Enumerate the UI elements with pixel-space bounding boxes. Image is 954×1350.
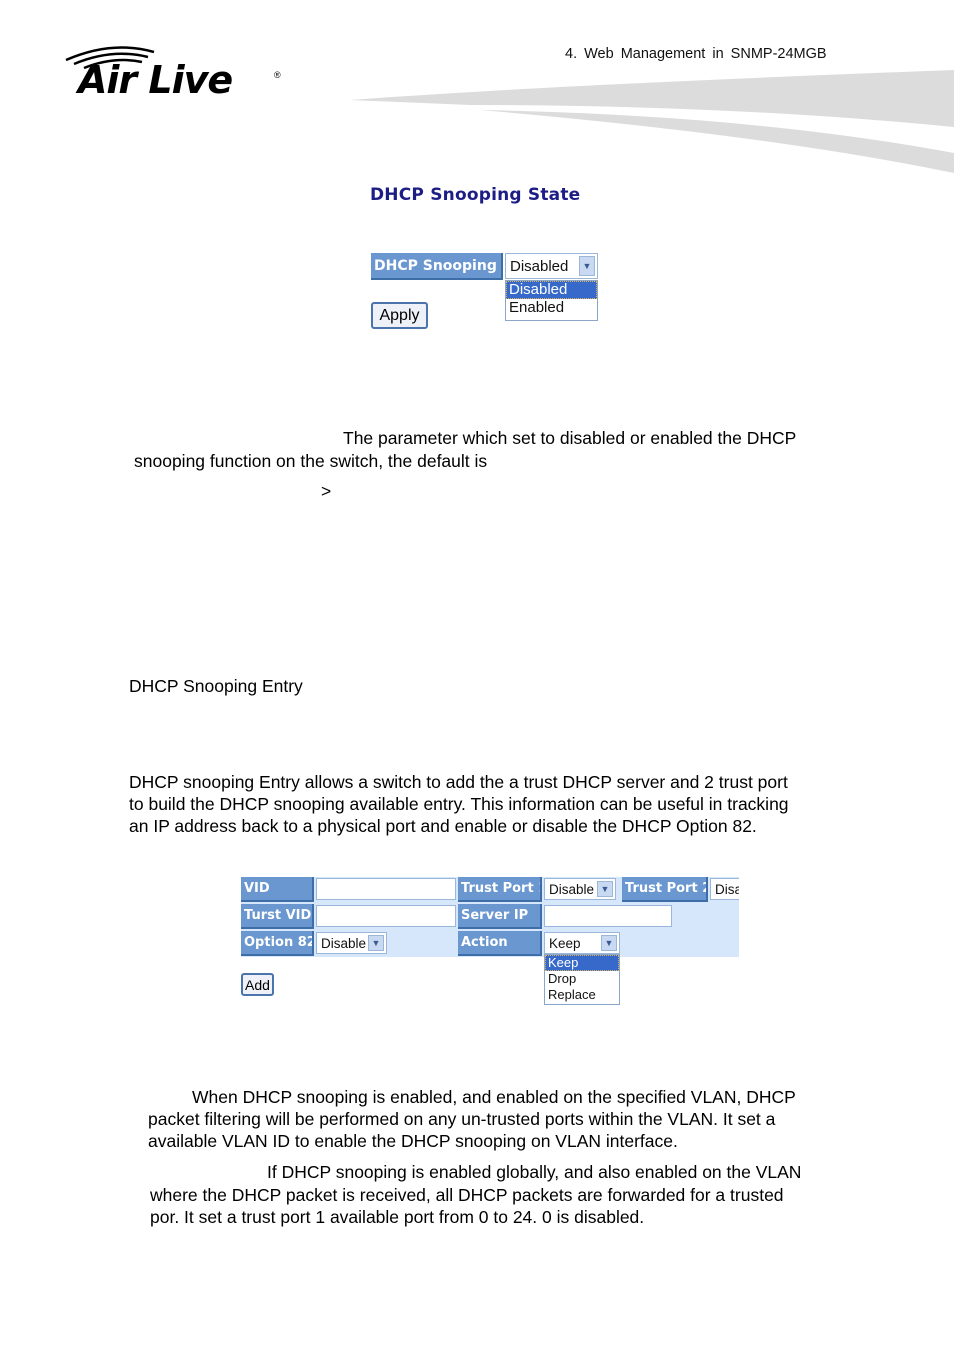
- action-value: Keep: [549, 935, 581, 951]
- trust-port2-value: Disa: [715, 881, 739, 897]
- option-enabled[interactable]: Enabled: [506, 299, 597, 317]
- dhcp-snooping-select[interactable]: Disabled ▼: [505, 253, 598, 279]
- entry-intro-line1: DHCP snooping Entry allows a switch to a…: [129, 772, 788, 792]
- vid-label: VID: [241, 877, 314, 902]
- trust-port-description-line1: If DHCP snooping is enabled globally, an…: [267, 1162, 802, 1182]
- vid-description-line1: When DHCP snooping is enabled, and enabl…: [192, 1087, 796, 1107]
- chevron-down-icon[interactable]: ▼: [597, 881, 613, 897]
- option82-select[interactable]: Disable ▼: [316, 932, 387, 954]
- vid-input[interactable]: [316, 878, 456, 900]
- apply-button[interactable]: Apply: [371, 302, 428, 329]
- dhcp-snooping-label: DHCP Snooping: [371, 253, 503, 280]
- logo-text: Air Live: [78, 58, 233, 102]
- trust-port-description-line2: where the DHCP packet is received, all D…: [150, 1185, 784, 1205]
- option-keep[interactable]: Keep: [545, 955, 619, 971]
- chevron-down-icon[interactable]: ▼: [368, 935, 384, 951]
- dhcp-snooping-selected-value: Disabled: [510, 257, 569, 275]
- action-select[interactable]: Keep ▼: [544, 932, 620, 954]
- entry-form: VID Trust Port 1 Disable ▼ Trust Port 2 …: [241, 877, 739, 957]
- chapter-title: 4. Web Management in SNMP-24MGB: [565, 46, 827, 62]
- chevron-down-icon[interactable]: ▼: [601, 935, 617, 951]
- entry-intro-line3: an IP address back to a physical port an…: [129, 816, 757, 836]
- action-dropdown: Keep Drop Replace: [544, 954, 620, 1005]
- vid-description-line3: available VLAN ID to enable the DHCP sno…: [148, 1131, 678, 1151]
- registered-mark: ®: [274, 70, 281, 80]
- trust-port2-select[interactable]: Disa: [710, 878, 739, 900]
- option-disabled[interactable]: Disabled: [506, 281, 597, 299]
- option-drop[interactable]: Drop: [545, 971, 619, 987]
- state-description-line3: >: [321, 481, 332, 501]
- option-replace[interactable]: Replace: [545, 987, 619, 1003]
- chevron-down-icon[interactable]: ▼: [579, 256, 595, 276]
- dhcp-snooping-dropdown: Disabled Enabled: [505, 280, 598, 321]
- airlive-logo: Air Live ®: [62, 40, 292, 108]
- state-description-line1: The parameter which set to disabled or e…: [343, 428, 797, 448]
- trust-vid-label: Turst VID: [241, 904, 314, 929]
- header-swoosh-decoration: [350, 70, 954, 173]
- vid-description-line2: packet filtering will be performed on an…: [148, 1109, 776, 1129]
- action-label: Action: [458, 931, 542, 956]
- trust-port1-select[interactable]: Disable ▼: [544, 878, 616, 900]
- add-button[interactable]: Add: [241, 973, 274, 996]
- server-ip-input[interactable]: [544, 905, 672, 927]
- trust-port1-label: Trust Port 1: [458, 877, 542, 902]
- server-ip-label: Server IP: [458, 904, 542, 929]
- entry-intro-line2: to build the DHCP snooping available ent…: [129, 794, 789, 814]
- state-description-line2: snooping function on the switch, the def…: [134, 451, 488, 471]
- state-panel-heading: DHCP Snooping State: [370, 185, 581, 205]
- trust-port-description-line3: por. It set a trust port 1 available por…: [150, 1207, 645, 1227]
- option82-label: Option 82: [241, 931, 314, 956]
- option82-value: Disable: [321, 935, 367, 951]
- trust-port1-value: Disable: [549, 881, 595, 897]
- trust-port2-label: Trust Port 2: [622, 877, 708, 902]
- trust-vid-input[interactable]: [316, 905, 456, 927]
- section-title: DHCP Snooping Entry: [129, 676, 303, 696]
